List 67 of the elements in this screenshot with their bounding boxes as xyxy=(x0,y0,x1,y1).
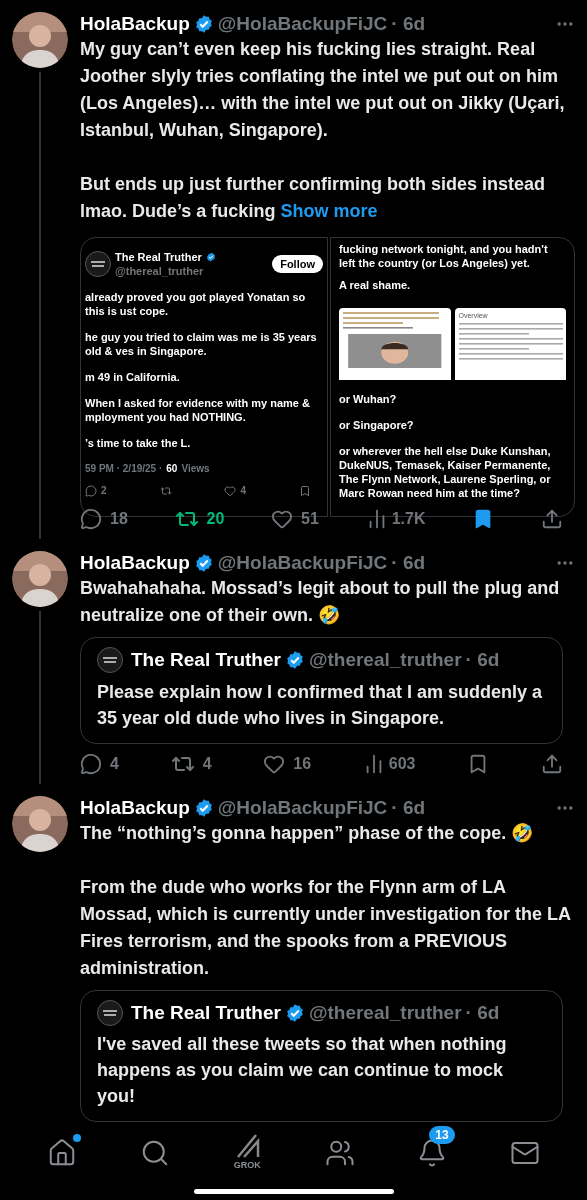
screenshot-paragraph: already proved you got played Yonatan so this is ust cope. xyxy=(85,290,307,318)
author-name: The Real Truther xyxy=(131,1000,281,1025)
like-count: 16 xyxy=(293,753,312,774)
avatar[interactable] xyxy=(12,795,68,852)
profile-logo-icon[interactable] xyxy=(97,647,123,674)
profile-logo-icon[interactable] xyxy=(85,251,111,277)
post-text: Bwahahahaha. Mossad’s legit about to pull the plug and neutralize one of their own. 🤣 xyxy=(80,577,561,627)
share-icon[interactable] xyxy=(540,508,563,530)
screenshot-paragraph: or Singapore? xyxy=(339,418,415,432)
nav-label: GROK xyxy=(233,1159,261,1173)
repost-count: 4 xyxy=(202,753,212,774)
quoted-post[interactable]: The Real Truther @thereal_truther · 6d Please explain how I confirmed that I am suddenly a 35 year old dude who lives in Singapore. xyxy=(80,637,563,744)
avatar[interactable] xyxy=(12,551,68,607)
author-handle: @HolaBackupFiJC xyxy=(217,551,388,575)
screenshot-paragraph: fucking network tonight, and you hadn't left the country (or Los Angeles) yet. xyxy=(339,242,549,270)
reply-count: 4 xyxy=(110,753,119,774)
post-time: · 6d xyxy=(465,1000,500,1025)
screenshot-paragraph: m 49 in California. xyxy=(85,370,181,384)
reply-icon[interactable] xyxy=(80,752,102,775)
view-count: 60 xyxy=(166,462,178,476)
screenshot-paragraph: ’s time to take the L. xyxy=(85,436,192,450)
show-more-link[interactable]: Show more xyxy=(280,201,378,221)
view-count: 603 xyxy=(388,753,416,774)
verified-badge-icon xyxy=(205,252,216,262)
like-count: 4 xyxy=(240,484,247,498)
like-icon[interactable] xyxy=(271,508,294,530)
author-name[interactable]: HolaBackup xyxy=(80,12,190,36)
quoted-text: I've saved all these tweets so that when nothing happens as you claim we can continue to mock you! xyxy=(97,1033,508,1108)
author-name: The Real Truther xyxy=(115,250,202,264)
reply-count: 18 xyxy=(110,509,128,529)
post-text: My guy can’t even keep his fucking lies straight. Real Joother slyly tries conflating the intel we put out on him (Los Angeles)… with the intel we put out on Jikky (Uçari, Istanbul, Wuhan, Singapore). But ends up just further confirming both sides instead lmao. Dude’s a fucking Show more xyxy=(80,38,566,223)
post-time: · 6d xyxy=(465,648,500,672)
views-label: Views xyxy=(181,462,210,476)
people-icon[interactable] xyxy=(324,1138,355,1168)
reply-icon xyxy=(85,485,97,497)
author-name: The Real Truther xyxy=(131,648,281,672)
notification-badge: 13 xyxy=(429,1126,455,1144)
share-icon[interactable] xyxy=(541,752,563,775)
post-meta: 59 PM · 2/19/25 · xyxy=(85,462,163,476)
screenshot-paragraph: A real shame. xyxy=(339,278,412,292)
like-icon xyxy=(224,485,237,497)
author-handle: @thereal_truther xyxy=(115,264,205,278)
author-handle: @thereal_truther xyxy=(308,648,462,672)
screenshot-paragraph: When I asked for evidence with my name & mployment you had NOTHING. xyxy=(85,396,311,424)
post-time: · 6d xyxy=(391,551,426,575)
post-time: · 6d xyxy=(391,12,426,36)
screenshot-paragraph: he guy you tried to claim was me is 35 years old & ves in Singapore. xyxy=(85,330,318,358)
author-name[interactable]: HolaBackup xyxy=(80,551,190,575)
avatar[interactable] xyxy=(12,12,68,68)
reply-icon[interactable] xyxy=(80,508,102,530)
quoted-post[interactable]: The Real Truther @thereal_truther · 6d I've saved all these tweets so that when nothing happens as you claim we can continue to mock you! xyxy=(80,989,563,1122)
view-count: 1.7K xyxy=(391,509,426,529)
author-handle: @HolaBackupFiJC xyxy=(217,795,388,820)
repost-count: 20 xyxy=(206,509,225,529)
bookmark-icon xyxy=(299,485,311,497)
author-handle: @thereal_truther xyxy=(308,1000,462,1025)
screenshot-paragraph: or wherever the hell else Duke Kunshan, DukeNUS, Temasek, Kaiser Permanente, The Flynn Network, Laurene Sperling, or Marc Rowan need him at the time? xyxy=(339,444,552,500)
author-handle: @HolaBackupFiJC xyxy=(217,12,388,36)
post-time: · 6d xyxy=(391,795,426,820)
screenshot-paragraph: or Wuhan? xyxy=(339,392,398,406)
author-name[interactable]: HolaBackup xyxy=(80,795,190,820)
quoted-text: Please explain how I confirmed that I am suddenly a 35 year old dude who lives in Singapore. xyxy=(97,680,544,730)
profile-logo-icon[interactable] xyxy=(97,999,123,1026)
repost-icon xyxy=(159,485,172,497)
like-count: 51 xyxy=(301,509,319,529)
reply-count: 2 xyxy=(101,484,107,498)
post-text: The “nothing’s gonna happen” phase of the cope. 🤣 From the dude who works for the Flynn arm of LA Mossad, which is currently under investigation for the LA Fires terrorism, and the spooks from a PREVIOUS administration. xyxy=(80,821,572,980)
